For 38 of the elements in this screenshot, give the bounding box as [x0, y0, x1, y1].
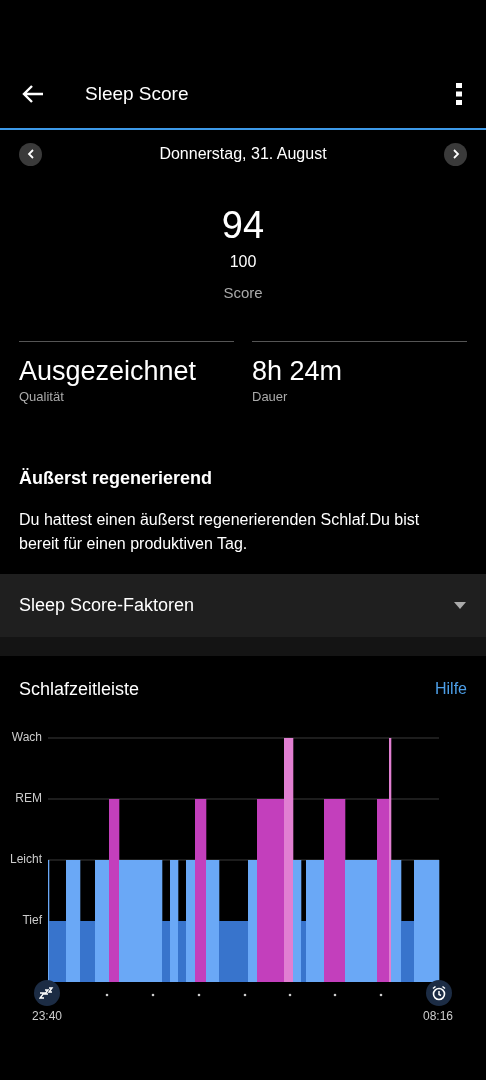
- caret-icon: [454, 602, 466, 609]
- stage-label: Leicht: [9, 852, 42, 866]
- summary-text: Du hattest einen äußerst regenerierenden Schlaf.Du bist bereit für einen produktiven Tag.: [19, 510, 421, 554]
- chevron-right-icon: [451, 149, 460, 159]
- start-time: 23:40: [32, 1008, 63, 1025]
- score-max: 100: [229, 252, 257, 272]
- previous-day-button[interactable]: [19, 142, 42, 166]
- stage-label: REM: [15, 791, 42, 805]
- sleep-start-icon: [34, 980, 60, 1006]
- tick-dot: [333, 993, 337, 997]
- stat-value: Ausgezeichnet: [19, 355, 198, 388]
- date-label: Donnerstag, 31. August: [158, 144, 328, 164]
- stat-label: Qualität: [19, 388, 65, 406]
- stage-label: Wach: [11, 730, 42, 744]
- factors-dropdown[interactable]: Sleep Score-Faktoren: [0, 574, 486, 637]
- page-title: Sleep Score: [85, 81, 189, 106]
- tick-dot: [197, 993, 201, 997]
- score-value: 94: [221, 203, 265, 247]
- back-button[interactable]: [22, 83, 44, 105]
- stat-value: 8h 24m: [252, 355, 344, 388]
- tick-dot: [243, 993, 247, 997]
- next-day-button[interactable]: [444, 142, 467, 166]
- stat-label: Dauer: [252, 388, 289, 406]
- more-menu-button[interactable]: [454, 82, 464, 106]
- help-link[interactable]: Hilfe: [435, 677, 467, 701]
- tick-dot: [379, 993, 383, 997]
- back-arrow-icon: [22, 84, 44, 104]
- chevron-left-icon: [26, 149, 35, 159]
- stage-label: Tief: [22, 913, 42, 927]
- tick-dot: [151, 993, 155, 997]
- end-time: 08:16: [423, 1008, 454, 1025]
- summary-heading: Äußerst regenerierend: [19, 467, 214, 490]
- timeline-heading: Schlafzeitleiste: [19, 677, 140, 701]
- alarm-clock-icon: [426, 980, 452, 1006]
- tick-dot: [105, 993, 109, 997]
- more-menu-icon: [456, 83, 462, 105]
- tick-dot: [288, 993, 292, 997]
- score-label: Score: [223, 283, 263, 303]
